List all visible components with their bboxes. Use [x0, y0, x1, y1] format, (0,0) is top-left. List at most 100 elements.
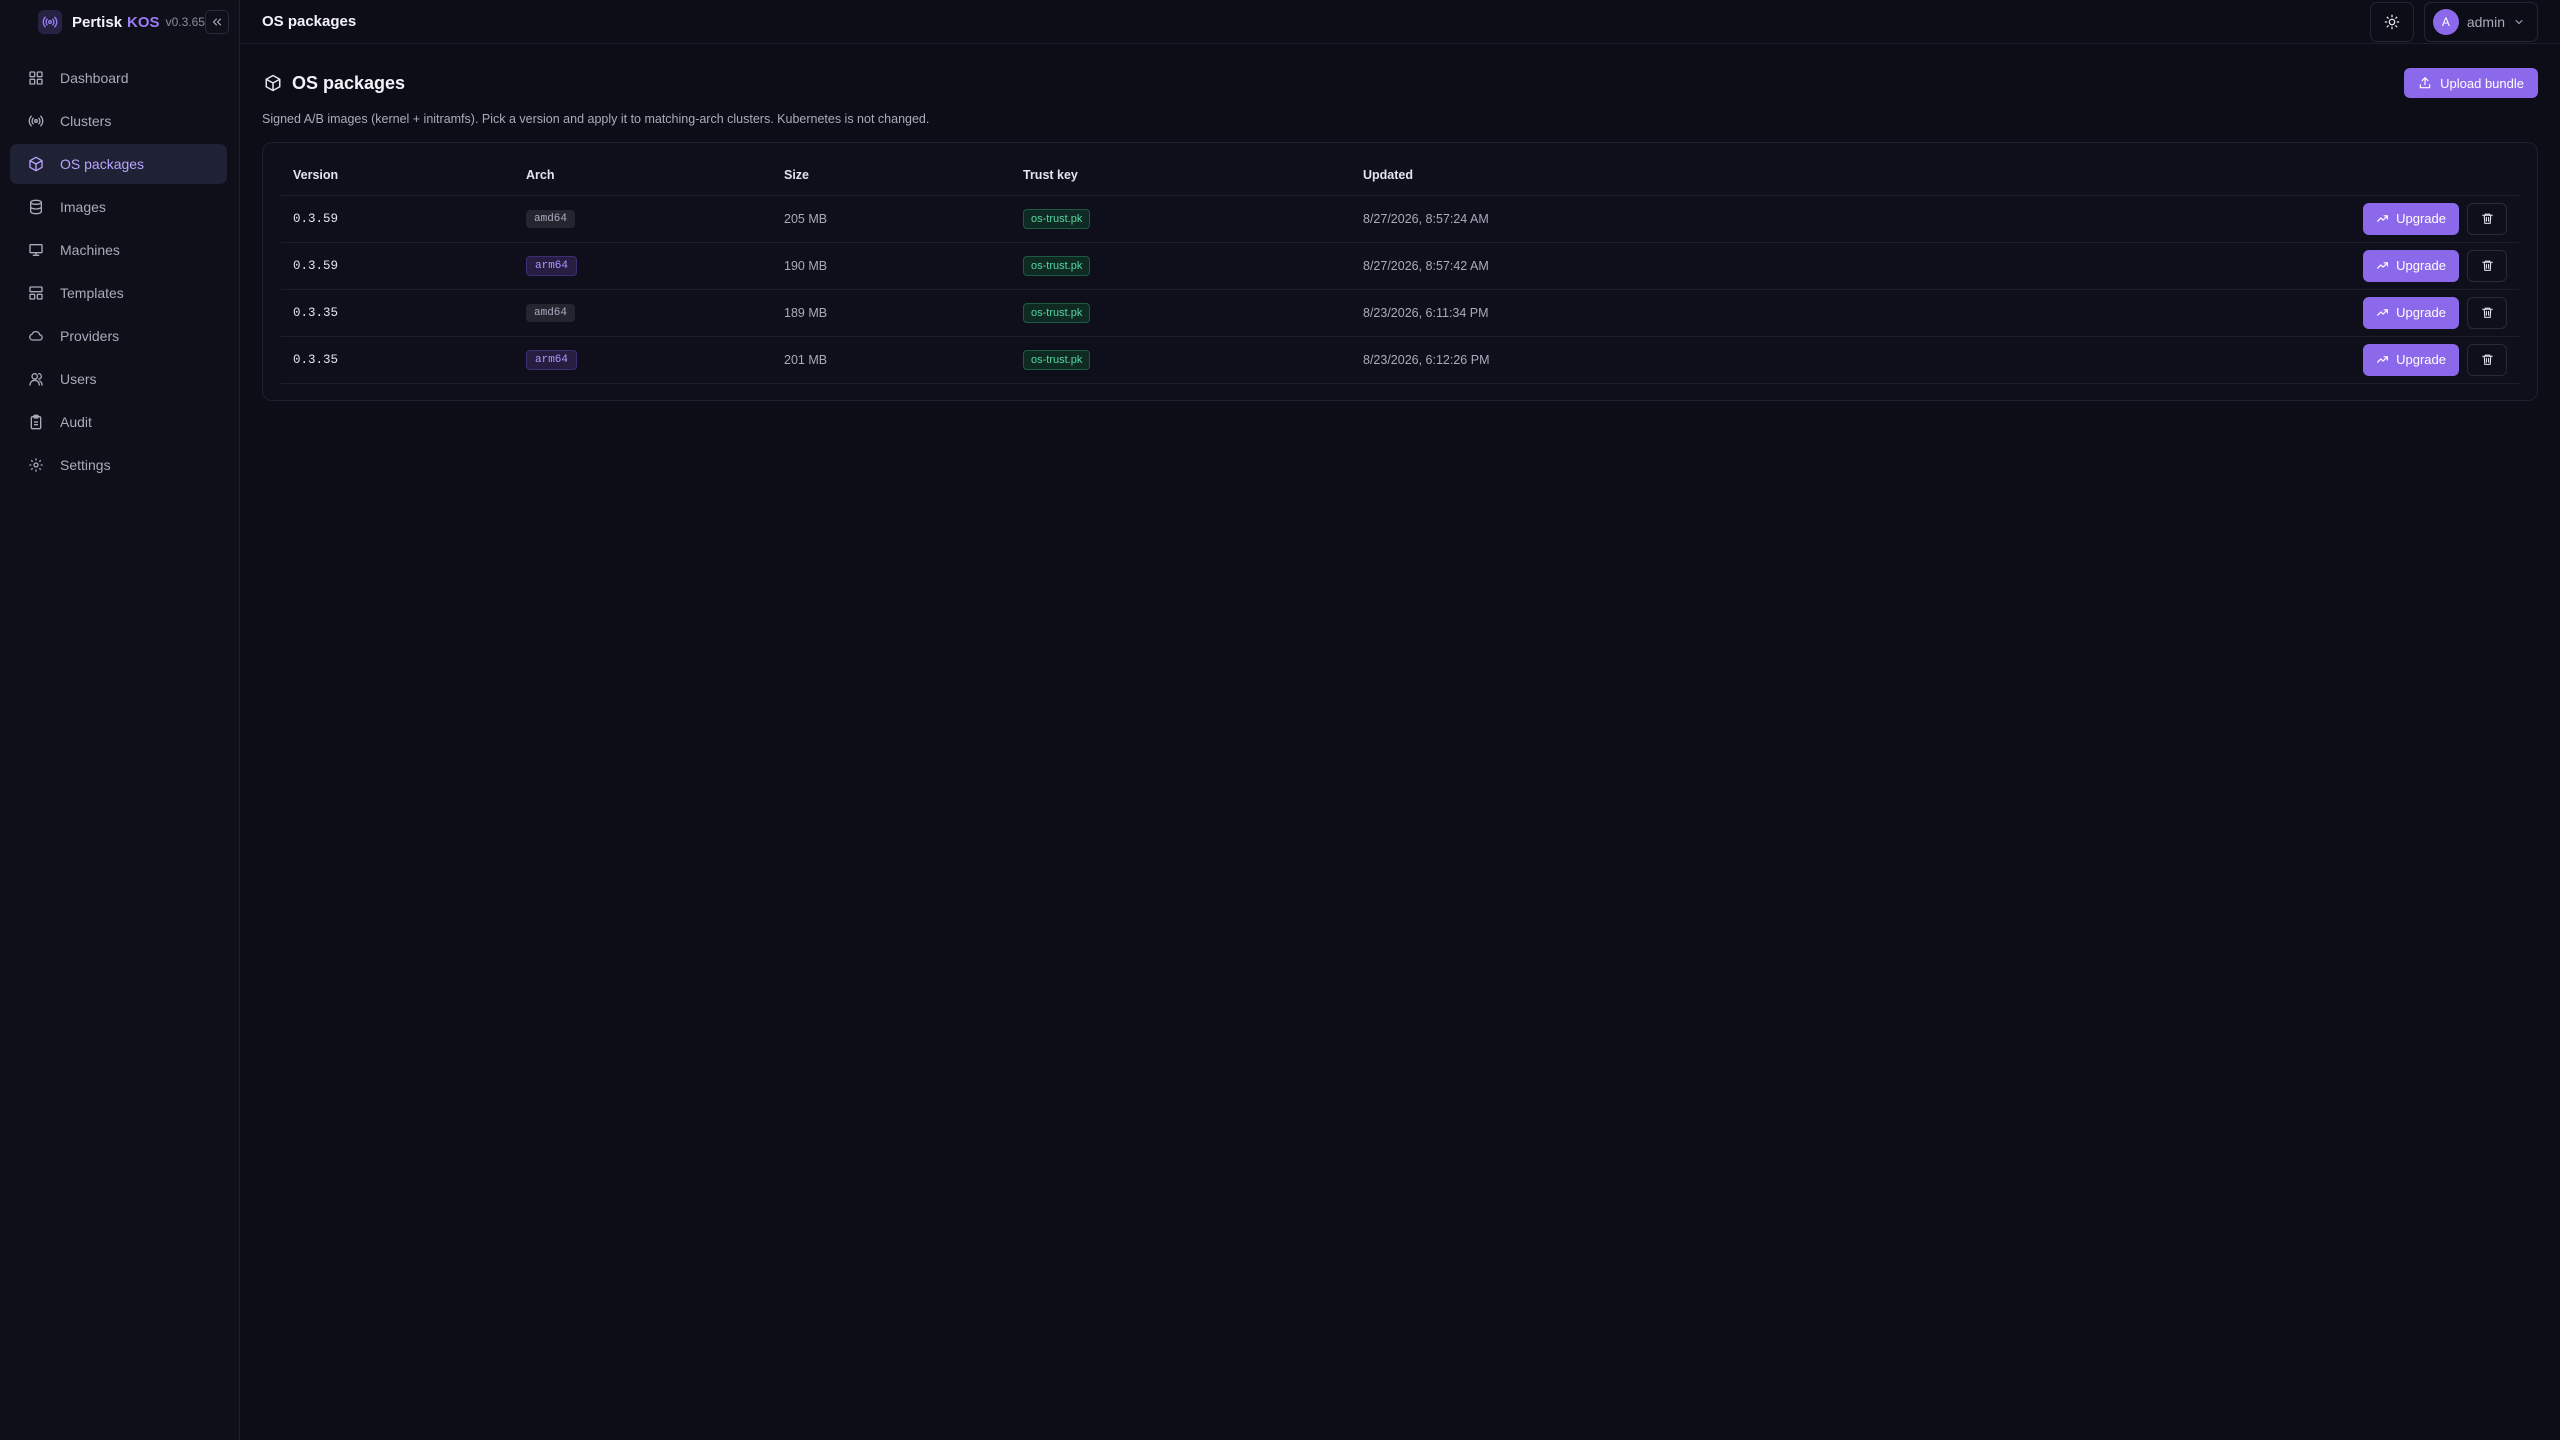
cloud-icon	[26, 326, 46, 346]
sidebar-item-images[interactable]: Images	[10, 187, 227, 227]
topbar: OS packages A admin	[240, 0, 2560, 44]
brand-version: v0.3.65	[165, 15, 205, 29]
size-cell: 190 MB	[772, 242, 1011, 290]
sidebar-item-providers[interactable]: Providers	[10, 316, 227, 356]
sidebar-item-templates[interactable]: Templates	[10, 273, 227, 313]
column-header-trust-key: Trust key	[1011, 155, 1351, 196]
delete-button[interactable]	[2467, 343, 2507, 376]
upgrade-button[interactable]: Upgrade	[2363, 202, 2459, 235]
upload-bundle-button[interactable]: Upload bundle	[2404, 68, 2538, 98]
column-header-version: Version	[281, 155, 514, 196]
updated-cell: 8/23/2026, 6:12:26 PM	[1351, 336, 2319, 384]
actions-cell: Upgrade	[2319, 289, 2519, 337]
arch-cell: amd64	[514, 195, 772, 243]
version-cell: 0.3.59	[281, 242, 514, 290]
actions-cell: Upgrade	[2319, 195, 2519, 243]
broadcast-icon	[26, 111, 46, 131]
brand-name: Pertisk	[72, 13, 123, 31]
grid-icon	[26, 68, 46, 88]
sun-icon	[2384, 14, 2400, 29]
upgrade-button[interactable]: Upgrade	[2363, 343, 2459, 376]
arch-cell: arm64	[514, 336, 772, 384]
upgrade-label: Upgrade	[2396, 352, 2446, 367]
user-name: admin	[2466, 13, 2505, 30]
trending-up-icon	[2377, 215, 2389, 222]
collapse-sidebar-button[interactable]	[205, 10, 229, 34]
database-icon	[26, 197, 46, 217]
trash-icon	[2481, 354, 2493, 365]
table-row: 0.3.35 arm64 201 MB os-trust.pk 8/23/202…	[281, 336, 2519, 384]
gear-icon	[26, 455, 46, 475]
sidebar-item-clusters[interactable]: Clusters	[10, 101, 227, 141]
trust-key-badge: os-trust.pk	[1023, 255, 1091, 276]
column-header-size: Size	[772, 155, 1011, 196]
version-cell: 0.3.35	[281, 336, 514, 384]
size-cell: 205 MB	[772, 195, 1011, 243]
brand: Pertisk KOS v0.3.65	[0, 0, 239, 44]
sidebar-item-label: Settings	[60, 457, 111, 473]
theme-toggle-button[interactable]	[2369, 1, 2414, 42]
sidebar-item-label: Providers	[60, 328, 120, 344]
trash-icon	[2481, 307, 2493, 318]
delete-button[interactable]	[2467, 296, 2507, 329]
table-row: 0.3.35 amd64 189 MB os-trust.pk 8/23/202…	[281, 289, 2519, 337]
updated-cell: 8/23/2026, 6:11:34 PM	[1351, 289, 2319, 337]
trust-cell: os-trust.pk	[1011, 195, 1351, 243]
sidebar-item-os-packages[interactable]: OS packages	[10, 144, 227, 184]
table-header-row: Version Arch Size Trust key Updated	[281, 155, 2519, 196]
trust-cell: os-trust.pk	[1011, 289, 1351, 337]
upgrade-button[interactable]: Upgrade	[2363, 296, 2459, 329]
size-cell: 201 MB	[772, 336, 1011, 384]
sidebar-item-dashboard[interactable]: Dashboard	[10, 58, 227, 98]
sidebar-item-settings[interactable]: Settings	[10, 445, 227, 485]
upload-icon	[2419, 77, 2431, 89]
chevrons-left-icon	[212, 18, 222, 26]
arch-badge: amd64	[526, 209, 576, 228]
column-header-actions	[2319, 155, 2519, 196]
arch-badge: amd64	[526, 303, 576, 322]
broadcast-logo-icon	[38, 10, 62, 34]
sidebar-item-users[interactable]: Users	[10, 359, 227, 399]
user-menu-button[interactable]: A admin	[2423, 1, 2538, 42]
updated-cell: 8/27/2026, 8:57:42 AM	[1351, 242, 2319, 290]
sidebar-item-label: OS packages	[60, 156, 145, 172]
page-title: OS packages	[292, 72, 406, 93]
sidebar-item-label: Dashboard	[60, 70, 129, 86]
arch-badge: arm64	[526, 255, 578, 276]
table-row: 0.3.59 amd64 205 MB os-trust.pk 8/27/202…	[281, 195, 2519, 243]
trending-up-icon	[2377, 309, 2389, 316]
sidebar-item-audit[interactable]: Audit	[10, 402, 227, 442]
delete-button[interactable]	[2467, 249, 2507, 282]
packages-card: Version Arch Size Trust key Updated 0.3.…	[262, 142, 2538, 401]
sidebar-nav: Dashboard Clusters OS packages Images Ma…	[0, 44, 239, 485]
trust-cell: os-trust.pk	[1011, 242, 1351, 290]
trash-icon	[2481, 260, 2493, 271]
packages-table: Version Arch Size Trust key Updated 0.3.…	[281, 155, 2519, 384]
column-header-arch: Arch	[514, 155, 772, 196]
updated-cell: 8/27/2026, 8:57:24 AM	[1351, 195, 2319, 243]
trust-key-badge: os-trust.pk	[1023, 302, 1091, 323]
upgrade-label: Upgrade	[2396, 305, 2446, 320]
sidebar: Pertisk KOS v0.3.65 Dashboard Clusters O…	[0, 0, 240, 1440]
sidebar-item-label: Users	[60, 371, 97, 387]
version-cell: 0.3.59	[281, 195, 514, 243]
trust-key-badge: os-trust.pk	[1023, 349, 1091, 370]
upgrade-button[interactable]: Upgrade	[2363, 249, 2459, 282]
sidebar-item-machines[interactable]: Machines	[10, 230, 227, 270]
delete-button[interactable]	[2467, 202, 2507, 235]
column-header-updated: Updated	[1351, 155, 2319, 196]
trust-cell: os-trust.pk	[1011, 336, 1351, 384]
brand-accent: KOS	[127, 13, 160, 31]
package-icon	[262, 72, 284, 94]
page-description: Signed A/B images (kernel + initramfs). …	[262, 112, 930, 126]
upload-bundle-label: Upload bundle	[2440, 75, 2524, 91]
sidebar-item-label: Images	[60, 199, 106, 215]
topbar-actions: A admin	[2369, 1, 2538, 42]
arch-cell: amd64	[514, 289, 772, 337]
sidebar-item-label: Templates	[60, 285, 124, 301]
topbar-title: OS packages	[262, 13, 357, 30]
table-row: 0.3.59 arm64 190 MB os-trust.pk 8/27/202…	[281, 242, 2519, 290]
avatar: A	[2432, 8, 2459, 35]
size-cell: 189 MB	[772, 289, 1011, 337]
main: OS packages A admin OS packages Upload b…	[240, 0, 2560, 1440]
